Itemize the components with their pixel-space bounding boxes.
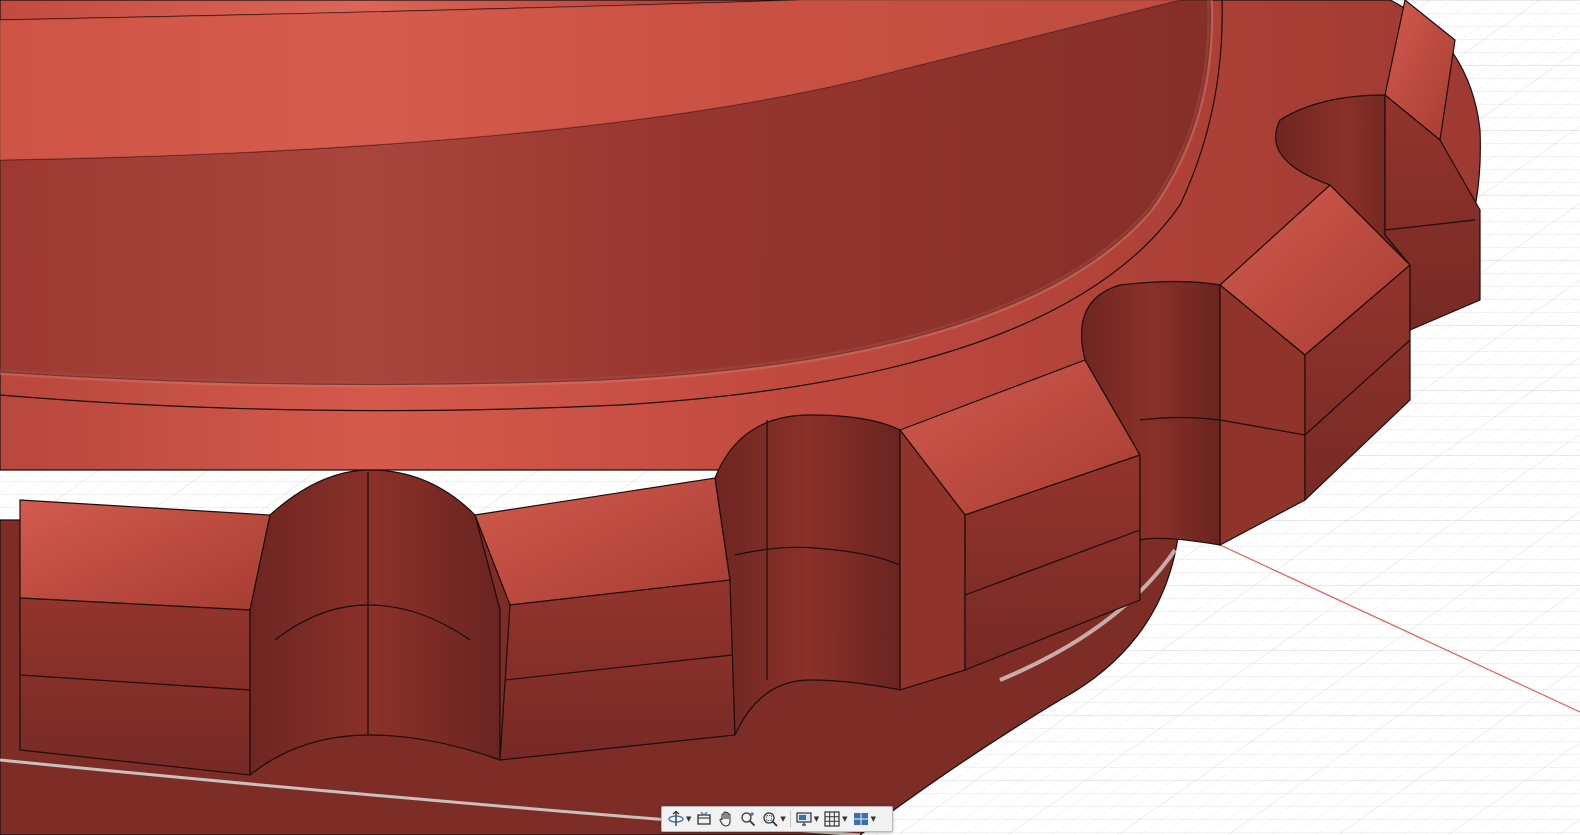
chevron-down-icon[interactable]: ▼ bbox=[686, 815, 691, 823]
navigation-toolbar: ▼ ▼ ▼ ▼ ▼ bbox=[661, 806, 893, 832]
grid-snaps-button[interactable]: ▼ bbox=[821, 808, 849, 830]
display-icon bbox=[796, 812, 812, 826]
zoom-button[interactable] bbox=[737, 808, 759, 830]
orbit-icon bbox=[668, 810, 684, 826]
look-at-button[interactable] bbox=[693, 808, 715, 830]
3d-scene[interactable] bbox=[0, 0, 1580, 835]
pan-button[interactable] bbox=[715, 808, 737, 830]
viewports-button[interactable]: ▼ bbox=[850, 808, 878, 830]
canvas-viewport[interactable]: ▼ ▼ ▼ ▼ ▼ bbox=[0, 0, 1580, 835]
grid-icon bbox=[824, 811, 840, 827]
chevron-down-icon[interactable]: ▼ bbox=[871, 815, 876, 823]
viewports-icon bbox=[853, 813, 868, 825]
display-settings-button[interactable]: ▼ bbox=[793, 808, 821, 830]
zoom-window-icon bbox=[763, 812, 779, 827]
look-at-icon bbox=[697, 811, 712, 825]
chevron-down-icon[interactable]: ▼ bbox=[814, 815, 819, 823]
orbit-button[interactable]: ▼ bbox=[665, 808, 693, 830]
chevron-down-icon[interactable]: ▼ bbox=[780, 815, 785, 823]
pan-hand-icon bbox=[719, 811, 731, 827]
fit-button[interactable]: ▼ bbox=[759, 808, 787, 830]
zoom-icon bbox=[741, 812, 756, 827]
chevron-down-icon[interactable]: ▼ bbox=[842, 815, 847, 823]
toolbar-divider bbox=[789, 810, 791, 828]
